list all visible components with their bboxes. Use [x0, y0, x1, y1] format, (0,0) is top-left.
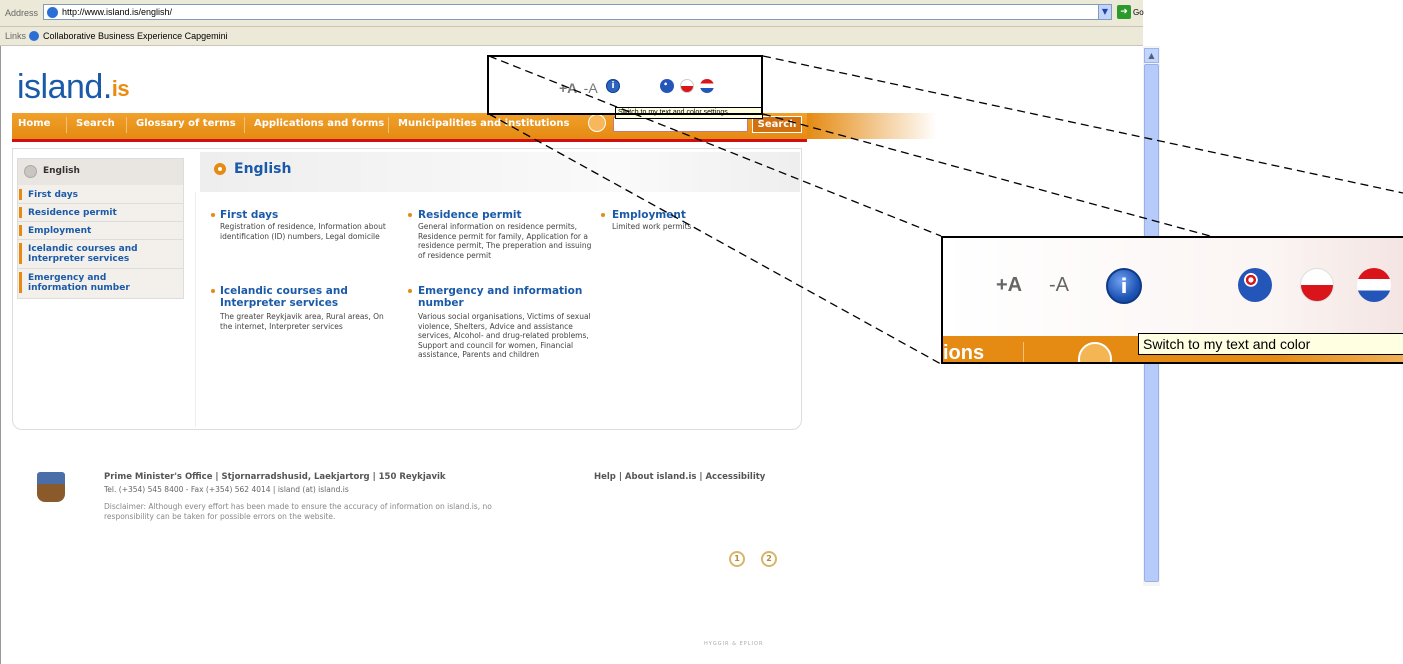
zoom-text-decrease: -A	[1049, 274, 1069, 296]
zoom-nav-separator	[1023, 342, 1024, 362]
zoom-inset: +A -A i ions Switch to my text and color	[941, 236, 1403, 364]
zoom-tooltip: Switch to my text and color	[1138, 333, 1403, 355]
zoom-poland-flag-icon	[1300, 268, 1334, 302]
zoom-nav-fragment: ions	[943, 342, 985, 364]
zoom-croatia-flag-icon	[1357, 268, 1391, 302]
zoom-text-increase: +A	[996, 274, 1023, 296]
zoom-iceland-flag-icon	[1238, 268, 1272, 302]
zoom-info-icon: i	[1106, 268, 1142, 304]
